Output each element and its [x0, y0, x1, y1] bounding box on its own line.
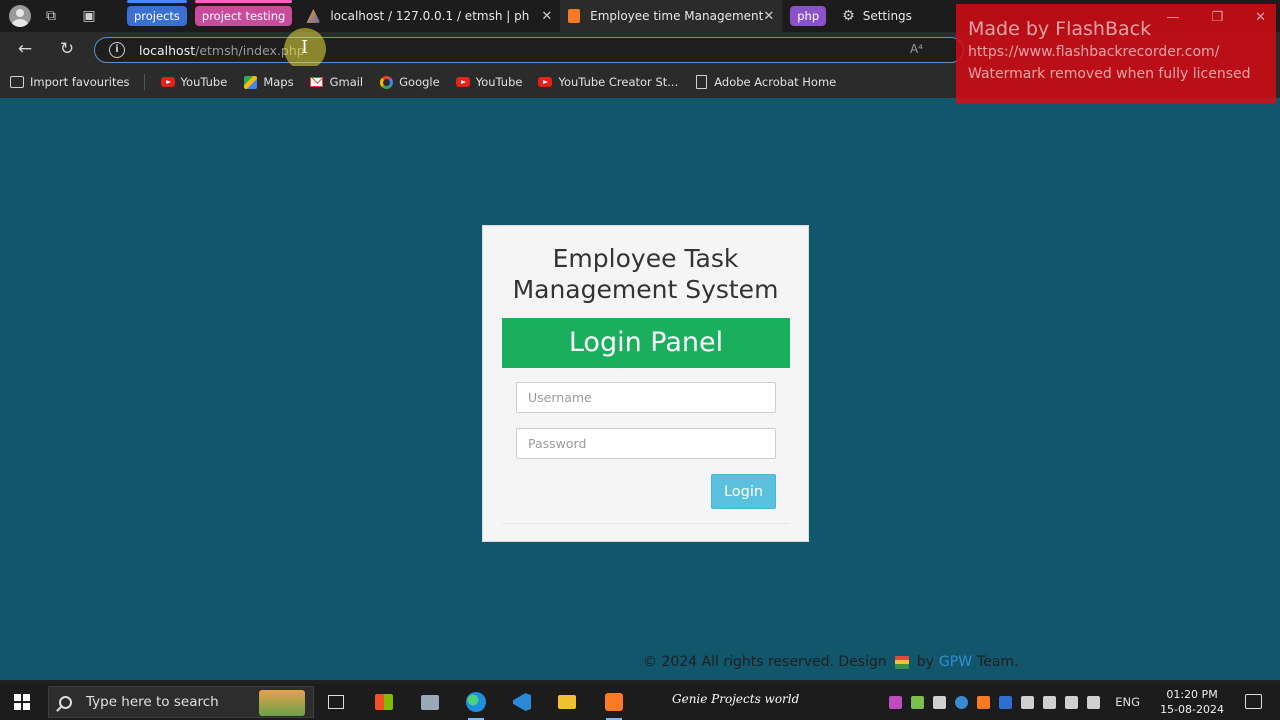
tray-app-icon[interactable] — [1021, 695, 1035, 709]
search-highlight-image[interactable] — [259, 690, 305, 716]
tab-employee-time-management[interactable]: Employee time Management ✕ — [560, 0, 783, 32]
login-card: Employee Task Management System Login Pa… — [482, 225, 809, 542]
books-icon — [894, 655, 909, 669]
task-view-icon[interactable] — [322, 688, 350, 716]
footer-brand-link[interactable]: GPW — [939, 654, 972, 670]
tray-app-icon[interactable] — [889, 695, 903, 709]
youtube-icon — [538, 75, 553, 89]
bookmark-adobe-acrobat-home[interactable]: Adobe Acrobat Home — [694, 75, 836, 89]
watermark-url: https://www.flashbackrecorder.com/ — [968, 44, 1220, 60]
tab-title: Employee time Management — [590, 9, 764, 23]
bookmark-youtube-creator-studio[interactable]: YouTube Creator St... — [538, 75, 678, 89]
search-icon — [59, 695, 72, 709]
xampp-icon — [568, 9, 581, 23]
footer-suffix: Team. — [977, 654, 1019, 670]
text-cursor-icon: I — [301, 37, 309, 58]
clock-date: 15-08-2024 — [1160, 703, 1224, 716]
bookmark-youtube[interactable]: YouTube — [160, 75, 227, 89]
watermark-notice: Watermark removed when fully licensed — [968, 66, 1251, 82]
page-content: Employee Task Management System Login Pa… — [0, 98, 1280, 680]
read-aloud-icon[interactable]: A⁴ — [910, 42, 923, 56]
windows-taskbar: Type here to search Genie Projects world… — [0, 684, 1280, 720]
language-indicator[interactable]: ENG — [1115, 695, 1140, 709]
url-host: localhost — [139, 42, 196, 58]
gear-icon: ⚙ — [842, 8, 855, 24]
bookmark-import-favourites[interactable]: Import favourites — [10, 75, 130, 89]
maximize-icon[interactable]: ❐ — [1211, 10, 1223, 25]
tab-phpmyadmin[interactable]: localhost / 127.0.0.1 / etmsh | ph ✕ — [298, 0, 560, 32]
tray-app-icon[interactable] — [955, 695, 969, 709]
info-icon[interactable]: i — [109, 42, 125, 58]
phpmyadmin-icon — [306, 9, 321, 23]
system-tray: ENG — [889, 684, 1140, 720]
bookmark-youtube-2[interactable]: YouTube — [455, 75, 522, 89]
recorder-watermark: — ❐ ✕ Made by FlashBack https://www.flas… — [956, 4, 1276, 104]
volume-icon[interactable] — [1087, 695, 1101, 709]
tab-settings[interactable]: ⚙ Settings — [842, 8, 912, 24]
address-input[interactable]: i localhost/etmsh/index.php A⁴ — [94, 37, 964, 63]
tab-group-projects[interactable]: projects — [127, 0, 187, 26]
gmail-icon — [310, 75, 324, 89]
bookmark-separator — [143, 74, 145, 90]
youtube-icon — [455, 75, 470, 89]
footer-by: by — [916, 654, 934, 670]
login-button[interactable]: Login — [711, 474, 776, 509]
footer-copyright: © 2024 All rights reserved. Design — [643, 654, 887, 670]
xampp-tray-icon[interactable] — [977, 695, 991, 709]
page-title: Employee Task Management System — [483, 243, 808, 305]
taskbar-search-placeholder: Type here to search — [86, 694, 219, 710]
page-title-line-2: Management System — [512, 275, 779, 304]
close-icon[interactable]: ✕ — [763, 9, 774, 24]
panel-divider — [502, 523, 790, 524]
page-title-line-1: Employee Task — [552, 244, 739, 273]
genie-projects-logo: Genie Projects world — [672, 692, 800, 706]
youtube-icon — [160, 75, 175, 89]
bookmark-google[interactable]: Google — [379, 75, 440, 89]
tray-app-icon[interactable] — [1043, 695, 1057, 709]
tab-actions-icon[interactable]: ▣ — [79, 6, 99, 26]
windows-start-icon[interactable] — [14, 694, 30, 710]
window-controls: — ❐ ✕ — [1166, 10, 1266, 25]
refresh-icon[interactable]: ↻ — [56, 38, 78, 60]
notification-icon[interactable] — [1245, 694, 1262, 709]
import-icon — [10, 75, 24, 89]
wifi-icon[interactable] — [1065, 695, 1079, 709]
bluetooth-icon[interactable] — [999, 695, 1013, 709]
google-icon — [379, 75, 393, 89]
document-icon — [694, 75, 708, 89]
bookmark-gmail[interactable]: Gmail — [310, 75, 363, 89]
close-icon[interactable]: ✕ — [1255, 10, 1266, 25]
tab-group-php[interactable]: php — [790, 6, 827, 26]
tab-title: localhost / 127.0.0.1 / etmsh | ph — [330, 9, 530, 23]
remote-desktop-icon[interactable] — [416, 688, 444, 716]
login-panel-heading: Login Panel — [502, 318, 790, 368]
taskbar-search-input[interactable]: Type here to search — [48, 686, 314, 718]
footer: © 2024 All rights reserved. Design by GP… — [643, 654, 1019, 670]
profile-avatar-icon[interactable] — [9, 5, 31, 27]
tray-app-icon[interactable] — [933, 695, 947, 709]
minimize-icon[interactable]: — — [1166, 10, 1179, 25]
username-input[interactable] — [516, 382, 776, 413]
file-explorer-icon[interactable] — [553, 688, 581, 716]
edge-browser-icon[interactable] — [462, 688, 490, 720]
workspaces-icon[interactable]: ⧉ — [41, 6, 61, 26]
taskbar-clock[interactable]: 01:20 PM 15-08-2024 — [1160, 687, 1224, 717]
vscode-icon[interactable] — [508, 688, 536, 716]
bookmark-maps[interactable]: Maps — [243, 75, 294, 89]
microsoft-store-icon[interactable] — [370, 688, 398, 716]
tab-title: Settings — [862, 9, 912, 23]
close-icon[interactable]: ✕ — [541, 9, 552, 24]
xampp-icon[interactable] — [600, 688, 628, 720]
password-input[interactable] — [516, 428, 776, 459]
clock-time: 01:20 PM — [1166, 688, 1218, 701]
tab-group-project-testing[interactable]: project testing — [194, 0, 293, 26]
maps-icon — [243, 75, 257, 89]
back-arrow-icon[interactable]: ← — [14, 38, 36, 60]
battery-icon[interactable] — [911, 695, 925, 709]
